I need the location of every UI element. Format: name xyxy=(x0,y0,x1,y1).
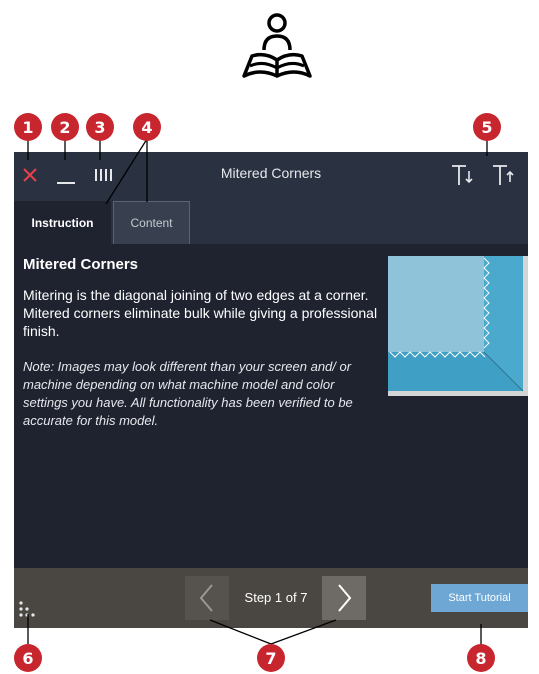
callout-6: 6 xyxy=(14,644,42,672)
callout-2: 2 xyxy=(51,113,79,141)
callout-8: 8 xyxy=(467,644,495,672)
callout-3: 3 xyxy=(86,113,114,141)
callout-leader-lines xyxy=(27,138,488,646)
callout-4: 4 xyxy=(133,113,161,141)
callout-5: 5 xyxy=(473,113,501,141)
callout-1: 1 xyxy=(14,113,42,141)
callout-7: 7 xyxy=(257,644,285,672)
